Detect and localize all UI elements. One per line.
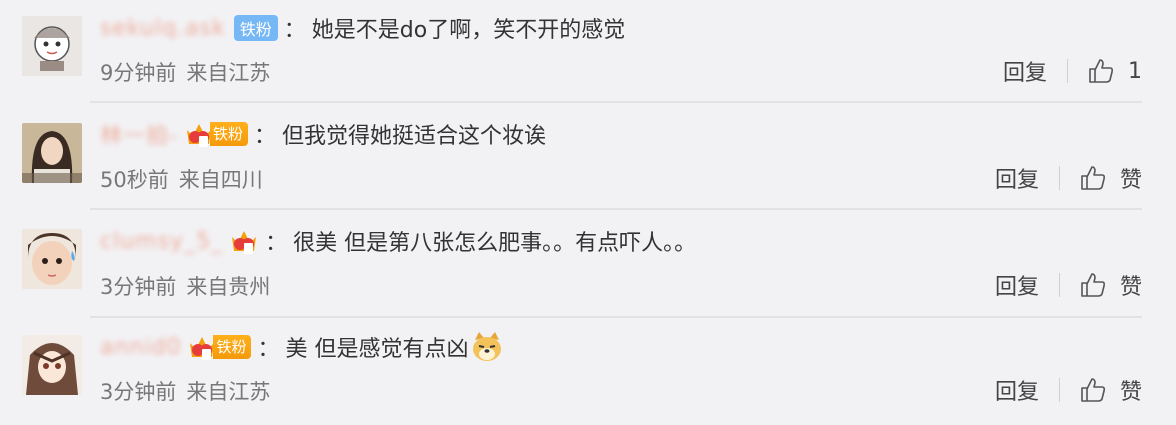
reply-button[interactable]: 回复 — [1003, 55, 1047, 87]
fan-badge-label: 铁粉 — [213, 335, 252, 359]
comment-location: 来自四川 — [178, 168, 263, 192]
divider — [1067, 59, 1068, 83]
divider — [1058, 273, 1060, 297]
colon: ： — [257, 337, 280, 362]
fan-level-badge[interactable]: 铁粉 — [187, 333, 252, 361]
comment-actions: 回复 赞 — [995, 373, 1142, 407]
comment-time: 3分钟前 — [100, 275, 177, 299]
thumbs-up-icon — [1089, 59, 1114, 83]
comment-text: 但我觉得她挺适合这个妆诶 — [281, 124, 546, 149]
comment-header: annid0 铁粉 ： 美 但是感觉有点凶 — [100, 330, 504, 364]
fan-level-badge[interactable] — [229, 227, 259, 255]
colon: ： — [265, 231, 288, 256]
comment-meta: 50秒前 来自四川 — [100, 164, 263, 194]
username[interactable]: clumsy_5_ — [100, 229, 223, 254]
fan-badge-label: 铁粉 — [209, 122, 248, 146]
thumbs-up-icon — [1081, 273, 1106, 297]
comment-time: 9分钟前 — [100, 61, 177, 85]
like-label: 赞 — [1119, 275, 1142, 300]
like-label: 赞 — [1119, 168, 1142, 193]
reply-button[interactable]: 回复 — [995, 269, 1039, 301]
comment-text: 很美 但是第八张怎么肥事。。有点吓人。。 — [293, 231, 697, 256]
crown-icon — [232, 231, 257, 254]
comment-header: clumsy_5_ ： 很美 但是第八张怎么肥事。。有点吓人。。 — [100, 224, 696, 258]
comment-header: sekulq.ask 铁粉 ： 她是不是do了啊，笑不开的感觉 — [100, 11, 625, 45]
like-count: 1 — [1128, 58, 1142, 84]
colon: ： — [253, 124, 276, 149]
avatar[interactable] — [22, 123, 82, 183]
thumbs-up-icon — [1081, 166, 1106, 190]
comment-item: annid0 铁粉 ： 美 但是感觉有点凶 3分钟前 来自江苏 回复 赞 — [0, 318, 1176, 425]
avatar[interactable] — [22, 16, 82, 76]
comment-time: 3分钟前 — [100, 380, 177, 404]
username[interactable]: sekulq.ask — [100, 16, 226, 41]
comment-item: clumsy_5_ ： 很美 但是第八张怎么肥事。。有点吓人。。 3分钟前 来自贵… — [0, 212, 1176, 319]
comment-meta: 3分钟前 来自贵州 — [100, 271, 270, 301]
comment-actions: 回复 赞 — [995, 161, 1142, 195]
fan-level-badge[interactable]: 铁粉 — [184, 120, 248, 148]
doge-emoji — [473, 332, 502, 361]
comment-time: 50秒前 — [100, 168, 169, 192]
iron-fan-badge[interactable]: 铁粉 — [233, 15, 278, 41]
comment-divider — [90, 208, 1142, 210]
divider — [1058, 378, 1060, 402]
comment-location: 来自江苏 — [186, 61, 271, 85]
comment-item: sekulq.ask 铁粉 ： 她是不是do了啊，笑不开的感觉 9分钟前 来自江苏… — [0, 0, 1176, 107]
reply-button[interactable]: 回复 — [995, 162, 1039, 194]
comment-meta: 3分钟前 来自江苏 — [100, 376, 270, 406]
comment-text: 她是不是do了啊，笑不开的感觉 — [311, 18, 626, 43]
like-label: 赞 — [1119, 380, 1142, 405]
comment-actions: 回复 赞 — [995, 268, 1142, 302]
like-button[interactable]: 赞 — [1080, 374, 1142, 406]
like-button[interactable]: 1 — [1088, 58, 1142, 84]
like-button[interactable]: 赞 — [1080, 162, 1142, 194]
comment-item: 林一拍- 铁粉 ： 但我觉得她挺适合这个妆诶 50秒前 来自四川 回复 赞 — [0, 105, 1176, 212]
comment-location: 来自贵州 — [186, 275, 271, 299]
comment-divider — [90, 101, 1142, 103]
comment-list: sekulq.ask 铁粉 ： 她是不是do了啊，笑不开的感觉 9分钟前 来自江苏… — [0, 0, 1176, 419]
colon: ： — [283, 18, 306, 43]
like-button[interactable]: 赞 — [1080, 269, 1142, 301]
avatar[interactable] — [22, 229, 82, 289]
username[interactable]: annid0 — [100, 335, 181, 360]
divider — [1058, 166, 1060, 190]
comment-meta: 9分钟前 来自江苏 — [100, 57, 270, 87]
comment-text: 美 但是感觉有点凶 — [285, 337, 469, 362]
avatar[interactable] — [22, 335, 82, 395]
comment-location: 来自江苏 — [186, 380, 271, 404]
reply-button[interactable]: 回复 — [995, 374, 1039, 406]
username[interactable]: 林一拍- — [100, 118, 178, 150]
comment-actions: 回复 1 — [1003, 54, 1142, 88]
comment-header: 林一拍- 铁粉 ： 但我觉得她挺适合这个妆诶 — [100, 117, 546, 151]
thumbs-up-icon — [1081, 378, 1106, 402]
